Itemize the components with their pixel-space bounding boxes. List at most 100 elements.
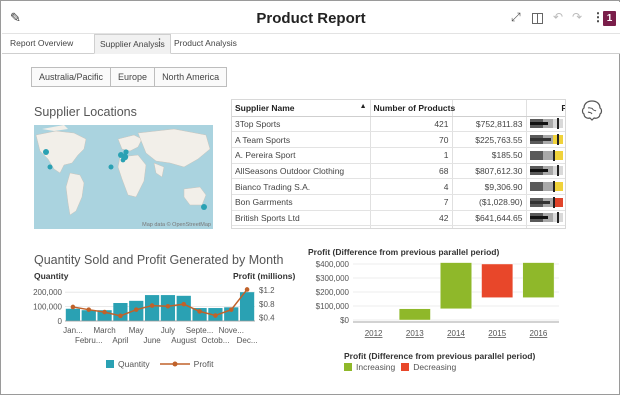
profit-point[interactable]: [86, 307, 92, 312]
y-tick-label: $200,000: [316, 288, 350, 297]
left-tick-label: 200,000: [33, 288, 62, 297]
supplier-map[interactable]: Map data © OpenStreetMap: [34, 125, 213, 229]
undo-icon[interactable]: ↶: [553, 10, 563, 24]
x-tick-label: Nove...: [219, 326, 244, 335]
cell-supplier-name: AllSeasons Outdoor Clothing: [232, 163, 371, 180]
x-tick-label[interactable]: 2014: [447, 329, 465, 338]
profit-point[interactable]: [118, 313, 123, 319]
x-tick-label[interactable]: 2012: [365, 329, 383, 338]
x-tick-label: Dec...: [237, 336, 258, 345]
profit-point[interactable]: [228, 307, 234, 312]
map-point[interactable]: [47, 164, 53, 170]
profit-point[interactable]: [70, 304, 76, 310]
profit-point[interactable]: [165, 303, 171, 309]
profit-point[interactable]: [181, 301, 187, 307]
bullet-target: [557, 118, 560, 130]
table-row[interactable]: 3Top Sports 421 $752,811.83: [232, 116, 565, 133]
col-header-number-of-products[interactable]: Number of Products: [370, 100, 455, 117]
y-tick-label: $400,000: [316, 260, 350, 269]
map-point[interactable]: [108, 164, 114, 170]
cell-number-of-products: 68: [370, 163, 453, 180]
cell-supplier-name: Bon Garrments: [232, 194, 371, 211]
decrease-bar[interactable]: [481, 263, 514, 298]
increase-bar[interactable]: [440, 262, 472, 310]
bullet-value: [529, 138, 551, 142]
profit-point[interactable]: [102, 309, 107, 315]
quantity-legend-label: Quantity: [118, 359, 150, 369]
profit-point[interactable]: [133, 307, 139, 312]
region-button-north-america[interactable]: North America: [155, 68, 227, 86]
cell-supplier-name: 3Top Sports: [232, 116, 371, 133]
map-point[interactable]: [43, 149, 49, 155]
decreasing-legend-swatch: [401, 363, 410, 371]
quantity-bar[interactable]: [176, 295, 191, 321]
x-tick-label[interactable]: 2016: [530, 329, 548, 338]
map-point[interactable]: [201, 204, 207, 210]
table-row[interactable]: AllSeasons Outdoor Clothing 68 $807,612.30: [232, 163, 565, 180]
supplier-table[interactable]: Supplier Name ▲ Number of Products P 3To…: [231, 99, 566, 229]
quantity-profit-chart[interactable]: 200,000 100,000 0 $1.2 $0.8 $0.4 Jan... March Ma…: [29, 281, 297, 351]
x-tick-label: August: [171, 336, 197, 345]
col-header-supplier-name[interactable]: Supplier Name ▲: [232, 100, 371, 117]
cell-supplier-name: British Sports Ltd: [232, 210, 371, 227]
cell-profit: $3,798.81: [452, 225, 527, 228]
bullet-band-mid: [543, 182, 554, 192]
increase-bar[interactable]: [522, 262, 555, 298]
table-row[interactable]: A. Pereira Sport 1 $185.50: [232, 147, 565, 164]
sort-ascending-icon[interactable]: ▲: [360, 103, 367, 110]
x-tick-label: April: [112, 336, 128, 345]
bullet-graph: [529, 196, 564, 208]
quantity-legend-swatch: [106, 360, 114, 368]
cell-profit: $185.50: [452, 147, 527, 164]
bullet-graph: [529, 118, 564, 130]
quantity-bar[interactable]: [144, 295, 160, 321]
bullet-graph: [529, 149, 564, 161]
cell-profit: $641,644.65: [452, 210, 527, 227]
layout-icon[interactable]: [532, 13, 543, 24]
left-tick-label: 0: [58, 317, 63, 326]
col-header-profit[interactable]: [452, 100, 527, 117]
cell-number-of-products: 7: [370, 194, 453, 211]
x-tick-label: June: [143, 336, 161, 345]
table-row[interactable]: A Team Sports 70 $225,763.55: [232, 131, 565, 148]
redo-icon[interactable]: ↷: [572, 10, 582, 24]
x-tick-label[interactable]: 2015: [488, 329, 506, 338]
bullet-target: [557, 212, 560, 224]
cell-profit-bullet: [526, 194, 565, 211]
profit-point[interactable]: [197, 309, 202, 314]
profit-point[interactable]: [244, 287, 250, 292]
tab-product-analysis[interactable]: Product Analysis: [169, 34, 242, 54]
right-tick-label: $1.2: [259, 286, 275, 295]
increasing-legend-swatch: [344, 363, 352, 371]
region-button-australia-pacific[interactable]: Australia/Pacific: [32, 68, 112, 86]
table-row[interactable]: Carolina Sports13$3,798.81: [232, 225, 565, 228]
col-header-p[interactable]: P: [526, 100, 565, 117]
table-row[interactable]: Bon Garrments 7 ($1,028.90): [232, 194, 565, 211]
x-tick-label: July: [161, 326, 175, 335]
quantity-bar[interactable]: [113, 303, 128, 321]
user-badge[interactable]: 1: [603, 11, 616, 26]
increase-bar[interactable]: [398, 308, 431, 321]
bullet-band-mid: [543, 150, 554, 160]
expand-icon[interactable]: ⤢: [511, 10, 521, 25]
tab-options-icon[interactable]: ⋮: [155, 37, 164, 48]
x-tick-label: Septe...: [186, 326, 214, 335]
map-point[interactable]: [120, 157, 126, 163]
region-button-europe[interactable]: Europe: [111, 68, 156, 86]
cell-profit-bullet: [526, 210, 565, 227]
profit-point[interactable]: [213, 313, 218, 318]
map-point[interactable]: [123, 149, 129, 155]
profit-waterfall-chart[interactable]: $400,000 $300,000 $200,000 $100,000 $0 2012 20…: [301, 256, 563, 344]
cell-profit-bullet: [526, 131, 565, 148]
cell-supplier-name: A. Pereira Sport: [232, 147, 371, 164]
map-credit: Map data © OpenStreetMap: [142, 222, 211, 228]
table-row[interactable]: Bianco Trading S.A. 4 $9,306.90: [232, 178, 565, 195]
cell-supplier-name: Bianco Trading S.A.: [232, 178, 371, 195]
auto-insights-icon[interactable]: [580, 99, 604, 121]
tab-report-overview[interactable]: Report Overview: [5, 34, 78, 54]
table-row[interactable]: British Sports Ltd 42 $641,644.65: [232, 210, 565, 227]
profit-point[interactable]: [149, 303, 155, 308]
bullet-value: [529, 122, 549, 126]
quantity-bar[interactable]: [65, 308, 81, 321]
x-tick-label[interactable]: 2013: [406, 329, 424, 338]
